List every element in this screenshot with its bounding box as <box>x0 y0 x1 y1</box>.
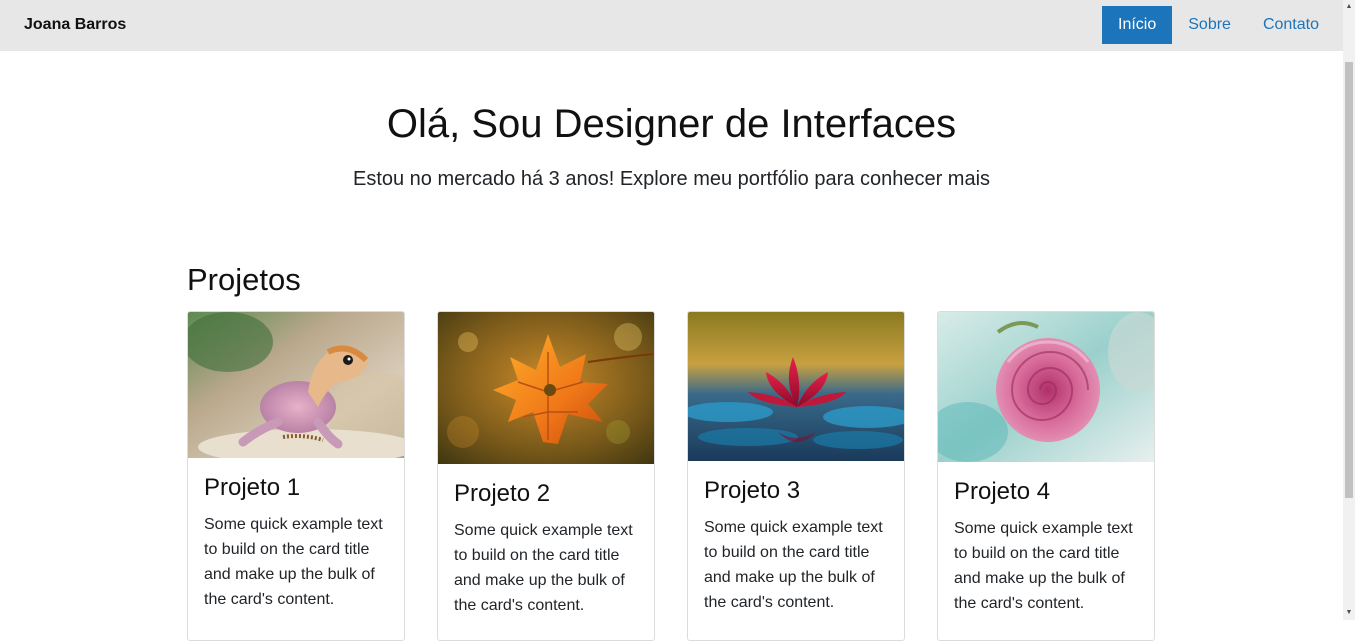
hero-title: Olá, Sou Designer de Interfaces <box>386 102 957 146</box>
navbar-brand[interactable]: Joana Barros <box>24 0 126 49</box>
hero-subtitle: Estou no mercado há 3 anos! Explore meu … <box>352 168 991 190</box>
nav-links: Início Sobre Contato <box>1102 6 1335 44</box>
project-image-autumn-leaf <box>438 312 654 464</box>
scroll-up-arrow-icon[interactable]: ▲ <box>1343 0 1355 14</box>
card-body: Projeto 2 Some quick example text to bui… <box>438 464 654 618</box>
card-text: Some quick example text to build on the … <box>704 519 883 611</box>
card-body: Projeto 1 Some quick example text to bui… <box>188 458 404 612</box>
nav-link-sobre[interactable]: Sobre <box>1172 6 1247 44</box>
card-title: Projeto 2 <box>454 480 551 507</box>
project-image-gecko <box>188 312 404 458</box>
nav-link-contato[interactable]: Contato <box>1247 6 1335 44</box>
project-card-2: Projeto 2 Some quick example text to bui… <box>437 311 655 641</box>
projects-heading: Projetos <box>187 262 301 297</box>
card-title: Projeto 1 <box>204 474 301 501</box>
card-title: Projeto 3 <box>704 477 801 504</box>
vertical-scrollbar[interactable]: ▲ ▼ <box>1343 0 1355 620</box>
scroll-down-arrow-icon[interactable]: ▼ <box>1343 606 1355 620</box>
project-image-rose <box>938 312 1154 462</box>
card-body: Projeto 3 Some quick example text to bui… <box>688 461 904 615</box>
nav-link-inicio[interactable]: Início <box>1102 6 1173 44</box>
project-image-water-lily <box>688 312 904 461</box>
card-text: Some quick example text to build on the … <box>454 522 633 614</box>
scrollbar-thumb[interactable] <box>1345 62 1353 498</box>
card-text: Some quick example text to build on the … <box>954 520 1133 612</box>
card-body: Projeto 4 Some quick example text to bui… <box>938 462 1154 616</box>
card-text: Some quick example text to build on the … <box>204 516 383 608</box>
navbar: Joana Barros Início Sobre Contato <box>0 0 1343 51</box>
project-card-4: Projeto 4 Some quick example text to bui… <box>937 311 1155 641</box>
project-card-3: Projeto 3 Some quick example text to bui… <box>687 311 905 641</box>
project-card-1: Projeto 1 Some quick example text to bui… <box>187 311 405 641</box>
card-title: Projeto 4 <box>954 478 1051 505</box>
